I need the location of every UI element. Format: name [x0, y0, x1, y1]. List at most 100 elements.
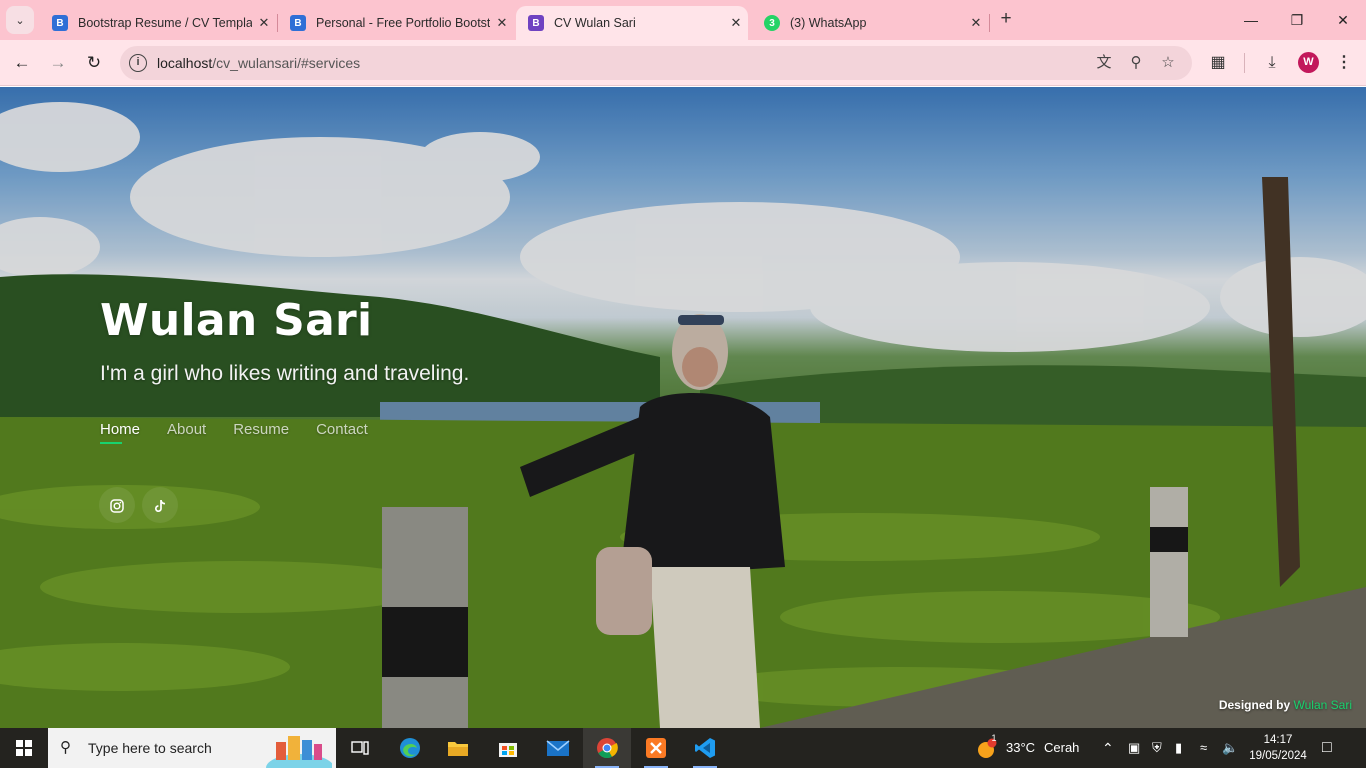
- weather-badge: 1: [991, 733, 997, 743]
- security-icon[interactable]: ⛨: [1152, 728, 1162, 768]
- close-icon[interactable]: ✕: [252, 15, 276, 31]
- tab-cv-wulan-sari[interactable]: B CV Wulan Sari ✕: [516, 6, 748, 40]
- taskbar-file-explorer[interactable]: [434, 728, 482, 768]
- arrow-left-icon: ←: [13, 53, 31, 72]
- url-text[interactable]: localhost/cv_wulansari/#services: [157, 55, 360, 71]
- minimize-icon: —: [1244, 12, 1258, 28]
- hero-overlay: [0, 87, 1366, 728]
- bootstrapmade-icon: B: [52, 15, 68, 31]
- browser-toolbar: ← → ↻ i localhost/cv_wulansari/#services…: [0, 40, 1366, 86]
- extensions-icon[interactable]: ▦: [1204, 49, 1232, 77]
- hero-name: Wulan Sari: [100, 295, 373, 346]
- weather-temp[interactable]: 33°C: [1006, 728, 1035, 768]
- wifi-icon[interactable]: ≈: [1200, 728, 1207, 768]
- battery-icon[interactable]: ▮: [1175, 728, 1182, 768]
- close-window-button[interactable]: ✕: [1320, 6, 1366, 34]
- task-view-button[interactable]: [336, 728, 384, 768]
- close-icon[interactable]: ✕: [964, 15, 988, 31]
- nav-about[interactable]: About: [167, 421, 206, 438]
- taskbar-search[interactable]: ⚲ Type here to search: [48, 728, 336, 768]
- tab-title: Personal - Free Portfolio Bootst: [316, 16, 490, 30]
- tab-separator: [989, 14, 990, 32]
- close-icon: ✕: [1337, 12, 1349, 28]
- clock[interactable]: 14:17 19/05/2024: [1246, 732, 1310, 764]
- nav-home[interactable]: Home: [100, 421, 140, 444]
- tab-bootstrap-resume[interactable]: B Bootstrap Resume / CV Templat ✕: [40, 6, 276, 40]
- notifications-icon[interactable]: □: [1322, 728, 1332, 768]
- zoom-icon[interactable]: ⚲: [1126, 53, 1146, 73]
- hero-section: Wulan Sari I'm a girl who likes writing …: [0, 87, 1366, 728]
- instagram-link[interactable]: [99, 487, 135, 523]
- close-icon[interactable]: ✕: [724, 15, 748, 31]
- tab-personal-portfolio[interactable]: B Personal - Free Portfolio Bootst ✕: [278, 6, 514, 40]
- clock-time: 14:17: [1263, 734, 1293, 746]
- search-icon: ⚲: [60, 739, 71, 756]
- tab-title: CV Wulan Sari: [554, 16, 636, 30]
- start-button[interactable]: [0, 728, 48, 768]
- minimize-button[interactable]: —: [1228, 6, 1274, 34]
- store-icon: [499, 743, 517, 757]
- close-icon[interactable]: ✕: [490, 15, 514, 31]
- tab-title: (3) WhatsApp: [790, 16, 867, 30]
- new-tab-button[interactable]: +: [994, 8, 1018, 32]
- windows-logo-icon: [16, 740, 32, 756]
- url-host: localhost: [157, 55, 213, 71]
- taskbar-store[interactable]: [484, 728, 532, 768]
- mail-icon: [546, 740, 570, 756]
- address-bar[interactable]: i localhost/cv_wulansari/#services 文 ⚲ ☆: [120, 46, 1192, 80]
- clock-date: 19/05/2024: [1249, 750, 1307, 762]
- chevron-down-icon: ⌄: [15, 14, 25, 27]
- whatsapp-icon: 3: [764, 15, 780, 31]
- chrome-icon: [597, 738, 618, 759]
- translate-icon[interactable]: 文: [1094, 53, 1114, 73]
- search-placeholder: Type here to search: [88, 740, 212, 756]
- tab-title: Bootstrap Resume / CV Templat: [78, 16, 252, 30]
- vscode-icon: [695, 738, 715, 758]
- credits-link[interactable]: Wulan Sari: [1294, 698, 1352, 712]
- nav-resume[interactable]: Resume: [233, 421, 289, 438]
- search-highlight-art: [266, 736, 332, 768]
- tab-strip: ⌄ B Bootstrap Resume / CV Templat ✕ B Pe…: [0, 0, 1366, 40]
- reload-icon: ↻: [86, 53, 102, 72]
- taskbar-xampp[interactable]: [632, 728, 680, 768]
- bootstrap-b-icon: B: [528, 15, 544, 31]
- folder-icon: [448, 742, 468, 756]
- more-menu-icon[interactable]: ⋮: [1330, 49, 1358, 77]
- tab-search-button[interactable]: ⌄: [6, 6, 34, 34]
- credits: Designed by Wulan Sari: [1219, 698, 1352, 712]
- tiktok-icon: [154, 500, 166, 513]
- credits-prefix: Designed by: [1218, 698, 1291, 712]
- restore-button[interactable]: ❐: [1274, 6, 1320, 34]
- windows-taskbar: ⚲ Type here to search 1 33°C Cerah ⌃ ▣ ⛨…: [0, 728, 1366, 768]
- hero-tagline: I'm a girl who likes writing and traveli…: [100, 362, 470, 385]
- xampp-icon: [646, 738, 666, 758]
- arrow-right-icon: →: [49, 53, 67, 72]
- tiktok-link[interactable]: [142, 487, 178, 523]
- task-view-icon: [351, 741, 369, 755]
- taskbar-chrome[interactable]: [583, 728, 631, 768]
- bootstrapmade-icon: B: [290, 15, 306, 31]
- plus-icon: +: [1000, 8, 1012, 29]
- url-path: /cv_wulansari/#services: [212, 55, 361, 71]
- taskbar-edge[interactable]: [386, 728, 434, 768]
- instagram-icon: [110, 499, 124, 514]
- meet-now-icon[interactable]: ▣: [1128, 728, 1140, 768]
- profile-avatar[interactable]: W: [1298, 52, 1319, 73]
- hero-nav: Home About Resume Contact: [100, 421, 368, 444]
- reload-button[interactable]: ↻: [80, 49, 108, 77]
- chevron-up-icon[interactable]: ⌃: [1102, 728, 1114, 768]
- forward-button[interactable]: →: [44, 49, 72, 77]
- restore-icon: ❐: [1290, 12, 1304, 28]
- toolbar-separator: [1244, 53, 1245, 73]
- edge-icon: [400, 738, 420, 758]
- volume-icon[interactable]: 🔈: [1222, 728, 1238, 768]
- download-icon[interactable]: ⤓: [1258, 49, 1286, 77]
- taskbar-mail[interactable]: [534, 728, 582, 768]
- site-info-icon[interactable]: i: [129, 54, 147, 72]
- bookmark-star-icon[interactable]: ☆: [1158, 53, 1178, 73]
- tab-whatsapp[interactable]: 3 (3) WhatsApp ✕: [752, 6, 988, 40]
- weather-desc[interactable]: Cerah: [1044, 728, 1079, 768]
- taskbar-vscode[interactable]: [681, 728, 729, 768]
- nav-contact[interactable]: Contact: [316, 421, 368, 438]
- back-button[interactable]: ←: [8, 49, 36, 77]
